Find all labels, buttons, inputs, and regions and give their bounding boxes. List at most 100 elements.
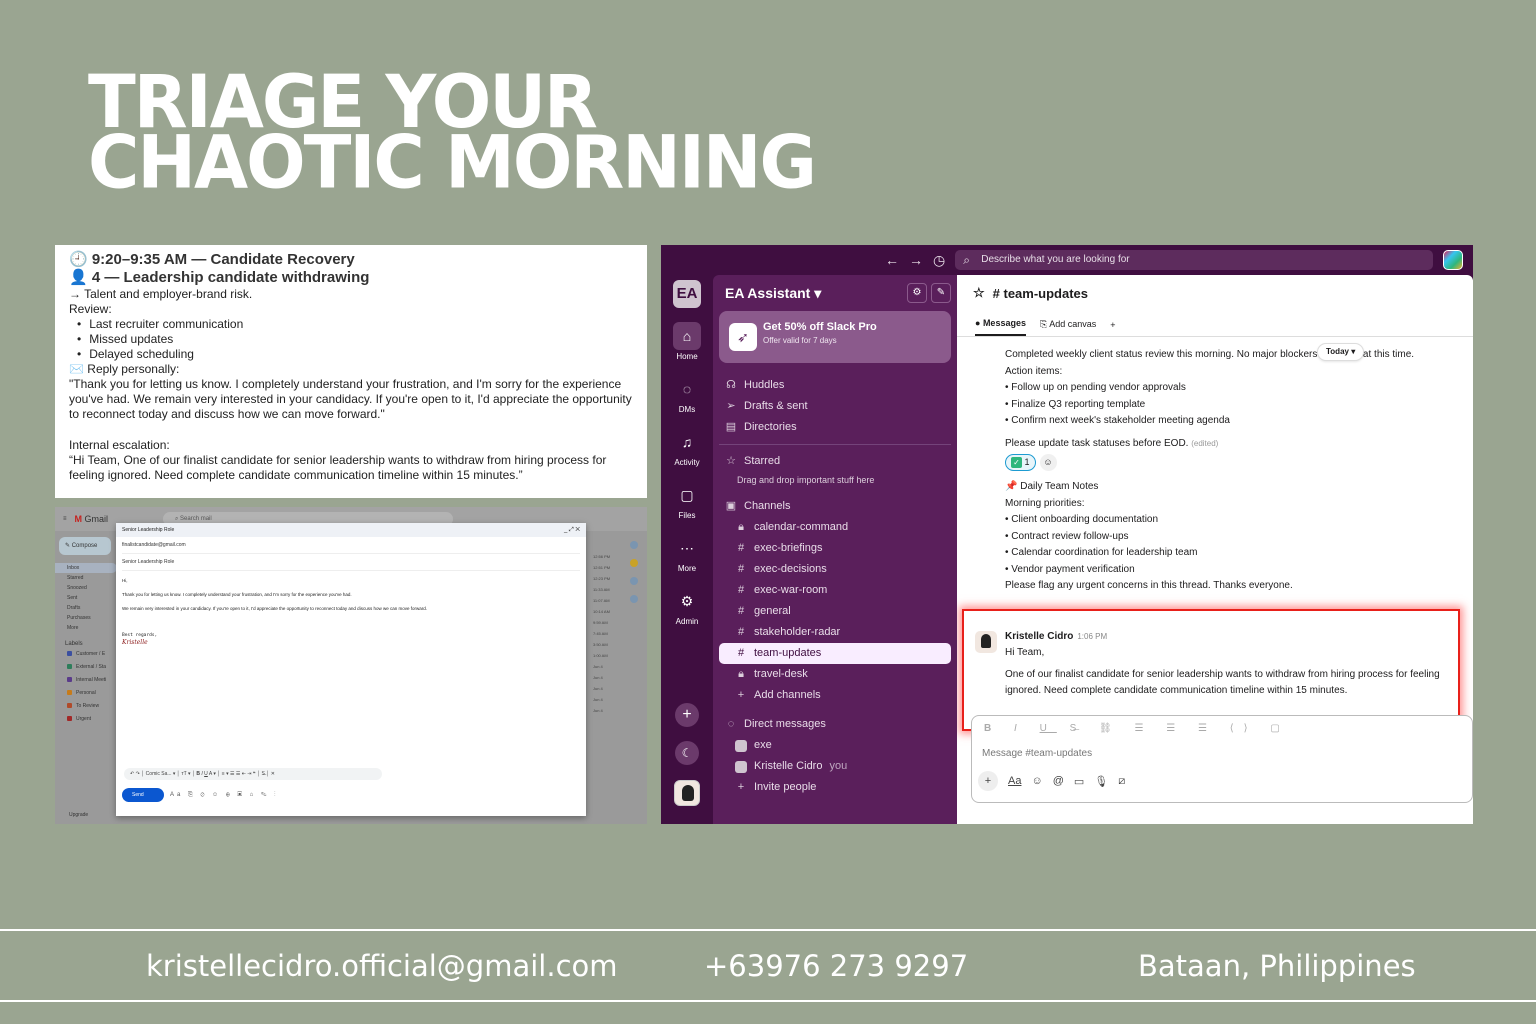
folder-more[interactable]: More: [55, 623, 117, 633]
reaction-check[interactable]: ✓ 1: [1005, 454, 1036, 471]
add-channels[interactable]: + Add channels: [719, 685, 951, 706]
to-field[interactable]: finalistcandidate@gmail.com: [122, 537, 580, 554]
send-button[interactable]: Send: [122, 788, 164, 802]
slack-sidebar: EA Assistant ▾ ⚙ ✎ ➶ Get 50% off Slack Pr…: [713, 275, 957, 824]
channel-exec-briefings[interactable]: # exec-briefings: [719, 538, 951, 559]
rail-home[interactable]: ⌂ Home: [661, 322, 713, 361]
rail-activity[interactable]: ♫ Activity: [661, 428, 713, 467]
folder-starred[interactable]: Starred: [55, 573, 117, 583]
user-avatar[interactable]: [674, 780, 700, 806]
label-item[interactable]: Personal: [55, 686, 117, 699]
invite-people[interactable]: + Invite people: [719, 777, 951, 798]
subject-field[interactable]: Senior Leadership Role: [122, 554, 580, 571]
slash-icon[interactable]: ⧄: [1118, 775, 1125, 788]
list-item: • Calendar coordination for leadership t…: [1005, 547, 1198, 558]
forward-arrow-icon[interactable]: →: [909, 252, 923, 268]
gmail-logo: M Gmail: [74, 514, 109, 524]
starred-section[interactable]: ☆ Starred: [719, 451, 951, 472]
rail-files[interactable]: ▢ Files: [661, 481, 713, 520]
workspace-name[interactable]: EA Assistant ▾ ⚙ ✎: [719, 275, 951, 311]
dms-icon: ◌: [682, 381, 692, 397]
folder-snoozed[interactable]: Snoozed: [55, 583, 117, 593]
message-title: 📌 Daily Team Notes: [1005, 481, 1099, 492]
dm-exe[interactable]: exe: [719, 735, 951, 756]
compose-icon[interactable]: ✎: [931, 283, 951, 303]
add-reaction-icon[interactable]: ☺: [1039, 454, 1057, 471]
channel-title[interactable]: # team-updates: [993, 286, 1088, 301]
window-controls-icon[interactable]: _ ⤢ ✕: [564, 523, 580, 537]
formatting-toolbar[interactable]: ↶ ↷ │ Comic Sa... ▾ │ тT ▾ │ B I U A ▾ │…: [124, 768, 382, 780]
rail-dms[interactable]: ◌ DMs: [661, 375, 713, 414]
moon-icon[interactable]: ☾: [675, 741, 699, 765]
headphones-icon: ☊: [726, 379, 736, 391]
channel-travel-desk[interactable]: 🔒︎ travel-desk: [719, 664, 951, 685]
message-greeting: Hi Team,: [1005, 647, 1045, 658]
date-divider[interactable]: Today ▾: [1317, 343, 1365, 361]
compose-tools-icon[interactable]: Aa ⎘ ⊘ ☺ ⊕ ▣ ⌂ ✎ ⋮: [170, 792, 279, 799]
channel-general[interactable]: # general: [719, 601, 951, 622]
dm-kristelle[interactable]: Kristelle Cidro you: [719, 756, 951, 777]
tab-messages[interactable]: ● Messages: [975, 318, 1026, 336]
reactions: ✓ 1 ☺: [1005, 454, 1057, 471]
history-icon[interactable]: ◷: [933, 252, 945, 269]
workspace-icon[interactable]: EA: [673, 280, 701, 308]
message-time: 12:56 PM: [593, 554, 611, 559]
label-color-icon: [67, 664, 72, 669]
plus-icon[interactable]: +: [978, 771, 998, 791]
message-author[interactable]: Kristelle Cidro: [1005, 631, 1073, 642]
time-heading: 🕘 9:20–9:35 AM — Candidate Recovery: [69, 251, 355, 268]
mention-icon[interactable]: @: [1053, 775, 1064, 787]
list-item: • Client onboarding documentation: [1005, 514, 1159, 525]
video-icon[interactable]: ▭: [1074, 775, 1084, 788]
nav-huddles[interactable]: ☊ Huddles: [719, 375, 951, 396]
composer-format-toolbar[interactable]: B I U S̶ ⛓ ☰ ☰ ☰ ⟨⟩ ▢: [972, 716, 1472, 742]
nav-directories[interactable]: ▤ Directories: [719, 417, 951, 438]
mic-icon[interactable]: 🎙: [1094, 775, 1108, 788]
channels-section[interactable]: ▣ Channels: [719, 496, 951, 517]
rail-more[interactable]: ⋯ More: [661, 534, 713, 573]
message-label: Action items:: [1005, 365, 1063, 377]
nav-drafts[interactable]: ➢ Drafts & sent: [719, 396, 951, 417]
back-arrow-icon[interactable]: ←: [885, 252, 899, 268]
tab-add-canvas[interactable]: ⎘ Add canvas: [1040, 319, 1096, 336]
footer-phone[interactable]: +63976 273 9297: [704, 949, 968, 983]
label-item[interactable]: Urgent: [55, 712, 117, 725]
star-icon[interactable]: ☆: [973, 285, 985, 301]
list-item: • Vendor payment verification: [1005, 563, 1135, 575]
add-icon[interactable]: +: [675, 703, 699, 727]
channel-team-updates[interactable]: # team-updates: [719, 643, 951, 664]
slack-search-input[interactable]: Describe what you are looking for: [955, 250, 1434, 270]
rail-admin[interactable]: ⚙ Admin: [661, 587, 713, 626]
folder-purchases[interactable]: Purchases: [55, 613, 117, 623]
label-item[interactable]: Customer / E: [55, 647, 117, 660]
compose-button[interactable]: ✎ Compose: [59, 537, 111, 555]
dm-section[interactable]: ◌ Direct messages: [719, 714, 951, 735]
message-time: 1:06 PM: [1077, 632, 1108, 641]
message-time: Jun 4: [593, 664, 603, 669]
channel-calendar-command[interactable]: 🔒︎ calendar-command: [719, 517, 951, 538]
label-item[interactable]: External / Sta: [55, 660, 117, 673]
upgrade-link[interactable]: Upgrade: [69, 812, 88, 818]
label-item[interactable]: To Review: [55, 699, 117, 712]
footer-email[interactable]: kristellecidro.official@gmail.com: [146, 949, 618, 983]
avatar[interactable]: [975, 631, 997, 653]
promo-banner[interactable]: ➶ Get 50% off Slack Pro Offer valid for …: [719, 311, 951, 363]
channel-exec-war-room[interactable]: # exec-war-room: [719, 580, 951, 601]
label-item[interactable]: Internal Meeti: [55, 673, 117, 686]
channel-exec-decisions[interactable]: # exec-decisions: [719, 559, 951, 580]
compose-body[interactable]: Hi, Thank you for letting us know. I com…: [116, 571, 586, 652]
review-list: Last recruiter communication Missed upda…: [77, 317, 633, 362]
emoji-icon[interactable]: ☺: [1031, 775, 1042, 787]
avatar: [735, 760, 747, 773]
settings-icon[interactable]: ⚙: [907, 283, 927, 303]
folder-sent[interactable]: Sent: [55, 593, 117, 603]
folder-inbox[interactable]: Inbox: [55, 563, 117, 573]
channel-stakeholder-radar[interactable]: # stakeholder-radar: [719, 622, 951, 643]
text-format-icon[interactable]: Aa: [1008, 775, 1021, 787]
folder-drafts[interactable]: Drafts: [55, 603, 117, 613]
message-input[interactable]: Message #team-updates: [972, 742, 1472, 766]
menu-icon[interactable]: ≡: [63, 516, 67, 522]
app-logo-icon[interactable]: [1443, 250, 1463, 270]
message-body: One of our finalist candidate for senior…: [1005, 669, 1440, 696]
add-tab-icon[interactable]: +: [1110, 320, 1115, 336]
